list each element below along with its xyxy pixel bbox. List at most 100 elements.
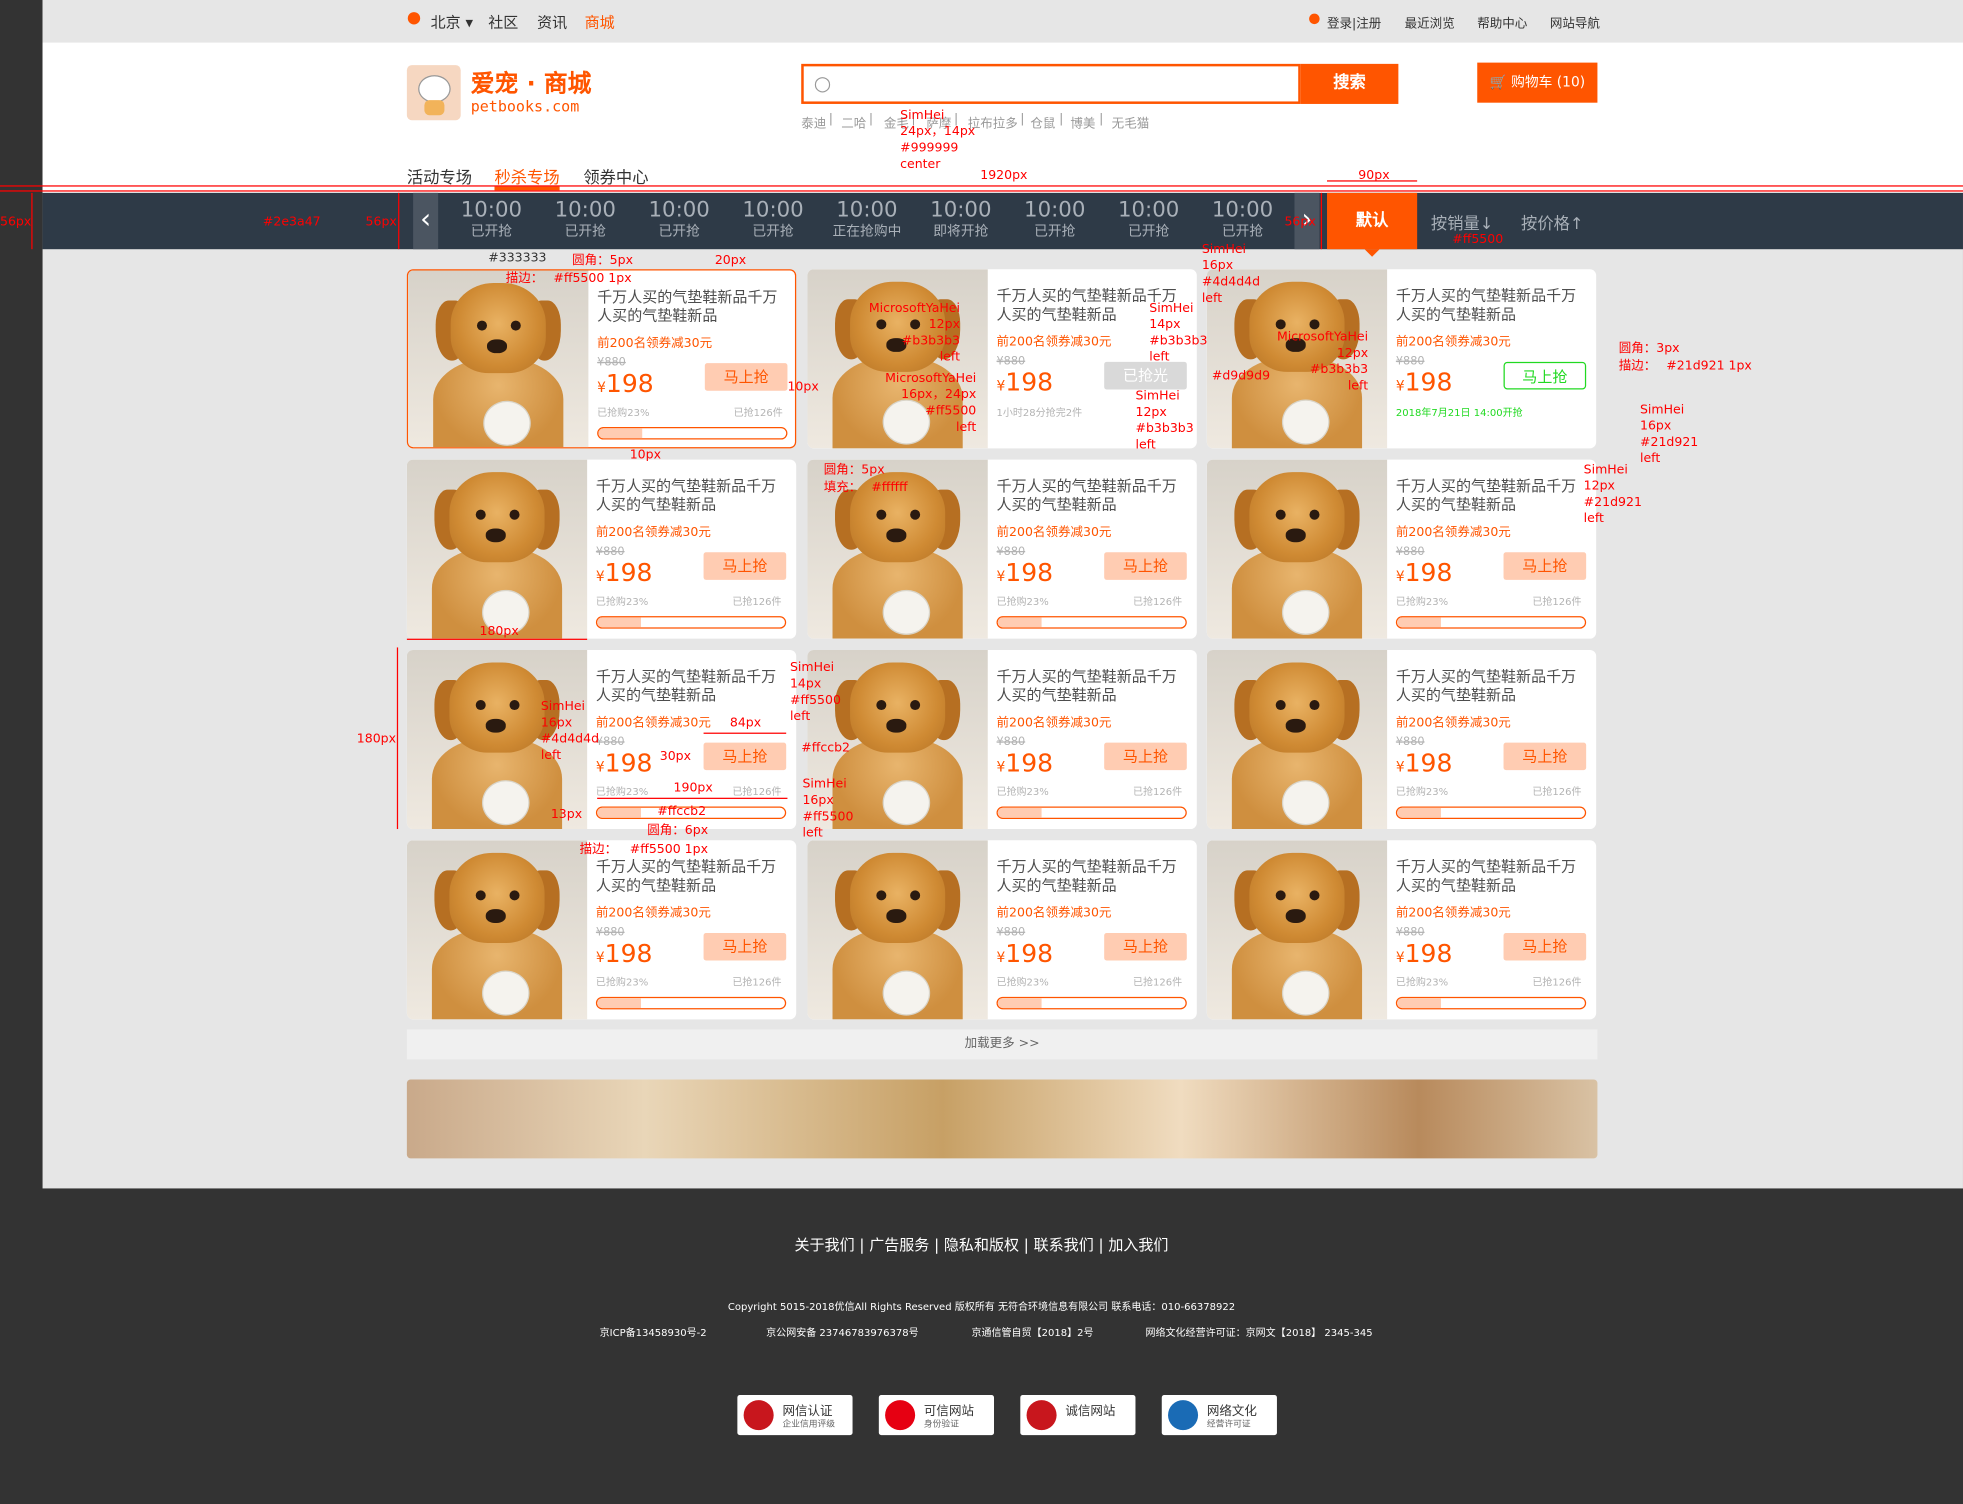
product-title[interactable]: 千万人买的气垫鞋新品千万人买的气垫鞋新品 bbox=[997, 667, 1185, 705]
time-slot[interactable]: 10:00 已开抢 bbox=[1196, 198, 1290, 241]
hot-word[interactable]: 博美 bbox=[1070, 113, 1095, 132]
current-price: ¥198 bbox=[996, 747, 1054, 778]
product-title[interactable]: 千万人买的气垫鞋新品千万人买的气垫鞋新品 bbox=[1396, 858, 1584, 896]
buy-button[interactable]: 马上抢 bbox=[1104, 552, 1187, 580]
time-slot-time: 10:00 bbox=[1117, 197, 1180, 223]
annotation: 圆角：5px bbox=[823, 463, 885, 478]
guide-line bbox=[703, 732, 787, 734]
hot-word[interactable]: 泰迪 bbox=[801, 113, 826, 132]
nav-community[interactable]: 社区 bbox=[488, 11, 518, 32]
product-title[interactable]: 千万人买的气垫鞋新品千万人买的气垫鞋新品 bbox=[997, 477, 1185, 515]
buy-button[interactable]: 马上抢 bbox=[1503, 361, 1587, 390]
product-card[interactable]: 千万人买的气垫鞋新品千万人买的气垫鞋新品 前200名领券减30元 ¥880 ¥198 马… bbox=[406, 459, 797, 639]
time-slot[interactable]: 10:00 已开抢 bbox=[444, 198, 538, 241]
buy-button[interactable]: 马上抢 bbox=[1503, 932, 1587, 961]
buy-button[interactable]: 马上抢 bbox=[1503, 742, 1587, 771]
logo-icon[interactable] bbox=[406, 65, 461, 121]
product-title[interactable]: 千万人买的气垫鞋新品千万人买的气垫鞋新品 bbox=[596, 667, 784, 705]
badge-title: 可信网站 bbox=[923, 1405, 974, 1419]
product-card[interactable]: 千万人买的气垫鞋新品千万人买的气垫鞋新品 前200名领券减30元 ¥880 ¥198 马… bbox=[1206, 840, 1597, 1020]
product-card[interactable]: 千万人买的气垫鞋新品千万人买的气垫鞋新品 前200名领券减30元 ¥880 ¥198 马… bbox=[406, 649, 797, 830]
product-image[interactable] bbox=[1206, 459, 1388, 639]
product-card[interactable]: 千万人买的气垫鞋新品千万人买的气垫鞋新品 前200名领券减30元 ¥880 ¥198 马… bbox=[807, 649, 1197, 830]
trust-badge[interactable]: 诚信网站 bbox=[1020, 1395, 1136, 1436]
product-title[interactable]: 千万人买的气垫鞋新品千万人买的气垫鞋新品 bbox=[596, 477, 784, 515]
buy-button[interactable]: 马上抢 bbox=[703, 742, 787, 771]
tab-coupons[interactable]: 领券中心 bbox=[583, 164, 648, 188]
location-pin-icon: ● bbox=[406, 8, 422, 28]
time-slot[interactable]: 10:00 已开抢 bbox=[538, 198, 632, 241]
sold-percent: 已抢购23% bbox=[1395, 976, 1449, 989]
footer-links[interactable]: 关于我们 | 广告服务 | 隐私和版权 | 联系我们 | 加入我们 bbox=[0, 1234, 1963, 1255]
annotation: #ffffff bbox=[871, 480, 908, 495]
product-card[interactable]: 千万人买的气垫鞋新品千万人买的气垫鞋新品 前200名领券减30元 ¥880 ¥198 马… bbox=[1206, 269, 1597, 449]
hot-word[interactable]: 二哈 bbox=[841, 113, 866, 132]
buy-button[interactable]: 马上抢 bbox=[1104, 932, 1187, 961]
search-icon: ○ bbox=[813, 71, 832, 96]
search-button[interactable]: 搜索 bbox=[1300, 63, 1399, 104]
search-input[interactable]: ○ bbox=[801, 63, 1301, 104]
recent-link[interactable]: 最近浏览 bbox=[1405, 13, 1455, 32]
product-image[interactable] bbox=[1206, 649, 1388, 830]
product-title[interactable]: 千万人买的气垫鞋新品千万人买的气垫鞋新品 bbox=[997, 858, 1185, 896]
time-slot-status: 正在抢购中 bbox=[832, 222, 902, 240]
current-price: ¥198 bbox=[1395, 937, 1453, 969]
product-image[interactable] bbox=[807, 840, 988, 1020]
buy-button[interactable]: 马上抢 bbox=[1104, 742, 1187, 771]
help-link[interactable]: 帮助中心 bbox=[1477, 13, 1527, 32]
sort-by-price[interactable]: 按价格↑ bbox=[1521, 210, 1583, 234]
tab-flash-sale[interactable]: 秒杀专场 bbox=[495, 164, 560, 188]
product-card[interactable]: 千万人买的气垫鞋新品千万人买的气垫鞋新品 前200名领券减30元 ¥880 ¥198 马… bbox=[1206, 649, 1597, 830]
logo-title[interactable]: 爱宠 · 商城 bbox=[471, 65, 592, 99]
banner-image[interactable] bbox=[406, 1079, 1598, 1159]
login-link[interactable]: 登录|注册 bbox=[1327, 13, 1381, 32]
sitemap-link[interactable]: 网站导航 bbox=[1550, 13, 1600, 32]
sort-default[interactable]: 默认 bbox=[1327, 192, 1418, 250]
time-slot[interactable]: 10:00 正在抢购中 bbox=[820, 198, 914, 241]
product-title[interactable]: 千万人买的气垫鞋新品千万人买的气垫鞋新品 bbox=[1396, 287, 1584, 325]
tab-activity[interactable]: 活动专场 bbox=[407, 164, 472, 188]
sort-by-sales[interactable]: 按销量↓ bbox=[1431, 210, 1493, 234]
product-title[interactable]: 千万人买的气垫鞋新品千万人买的气垫鞋新品 bbox=[596, 858, 784, 896]
time-slot[interactable]: 10:00 已开抢 bbox=[1102, 198, 1196, 241]
buy-button[interactable]: 马上抢 bbox=[1503, 552, 1587, 580]
buy-button[interactable]: 马上抢 bbox=[703, 552, 787, 580]
product-image[interactable] bbox=[406, 840, 588, 1020]
buy-button[interactable]: 已抢光 bbox=[1104, 361, 1187, 390]
nav-news[interactable]: 资讯 bbox=[537, 11, 567, 32]
annotation: 圆角：6px bbox=[647, 824, 709, 838]
annotation: #4d4d4d bbox=[1201, 275, 1261, 290]
nav-mall[interactable]: 商城 bbox=[585, 11, 615, 32]
product-card[interactable]: 千万人买的气垫鞋新品千万人买的气垫鞋新品 前200名领券减30元 ¥880 ¥198 马… bbox=[1206, 459, 1597, 639]
load-more-button[interactable]: 加载更多 >> bbox=[406, 1029, 1598, 1060]
product-title[interactable]: 千万人买的气垫鞋新品千万人买的气垫鞋新品 bbox=[1396, 667, 1584, 705]
trust-badge[interactable]: 网信认证 企业信用评级 bbox=[737, 1395, 853, 1436]
promo-text: 前200名领券减30元 bbox=[1395, 716, 1511, 731]
product-card[interactable]: 千万人买的气垫鞋新品千万人买的气垫鞋新品 前200名领券减30元 ¥880 ¥198 马… bbox=[406, 840, 797, 1020]
buy-button[interactable]: 马上抢 bbox=[703, 932, 787, 961]
product-card[interactable]: 千万人买的气垫鞋新品千万人买的气垫鞋新品 前200名领券减30元 ¥880 ¥198 马… bbox=[807, 459, 1197, 639]
product-card[interactable]: 千万人买的气垫鞋新品千万人买的气垫鞋新品 前200名领券减30元 ¥880 ¥198 马… bbox=[807, 840, 1197, 1020]
cart-button[interactable]: 🛒 购物车 (10) bbox=[1477, 62, 1598, 103]
trust-badge[interactable]: 网络文化 经营许可证 bbox=[1161, 1395, 1277, 1436]
annotation: 56px bbox=[365, 215, 397, 230]
product-image[interactable] bbox=[406, 459, 588, 639]
time-slot[interactable]: 10:00 已开抢 bbox=[632, 198, 726, 241]
buy-button[interactable]: 马上抢 bbox=[704, 363, 788, 391]
product-card[interactable]: 千万人买的气垫鞋新品千万人买的气垫鞋新品 前200名领券减30元 ¥880 ¥198 马… bbox=[406, 269, 797, 449]
hot-word[interactable]: 无毛猫 bbox=[1112, 113, 1150, 132]
product-title[interactable]: 千万人买的气垫鞋新品千万人买的气垫鞋新品 bbox=[597, 288, 785, 326]
product-title[interactable]: 千万人买的气垫鞋新品千万人买的气垫鞋新品 bbox=[1396, 477, 1584, 515]
time-slot[interactable]: 10:00 已开抢 bbox=[726, 198, 820, 241]
annotation: #ff5500 1px bbox=[629, 842, 708, 857]
annotation: 16px，24px bbox=[901, 388, 977, 402]
time-slot[interactable]: 10:00 即将开抢 bbox=[914, 198, 1008, 241]
trust-badge[interactable]: 可信网站 身份验证 bbox=[878, 1395, 995, 1436]
product-image[interactable] bbox=[1206, 840, 1388, 1020]
time-slot[interactable]: 10:00 已开抢 bbox=[1008, 198, 1102, 241]
product-image[interactable] bbox=[408, 270, 589, 448]
prev-arrow-icon[interactable]: ‹ bbox=[413, 192, 439, 250]
city-select[interactable]: 北京 ▾ bbox=[431, 11, 473, 32]
annotation: 20px bbox=[714, 254, 747, 268]
hot-word[interactable]: 仓鼠 bbox=[1030, 113, 1055, 132]
